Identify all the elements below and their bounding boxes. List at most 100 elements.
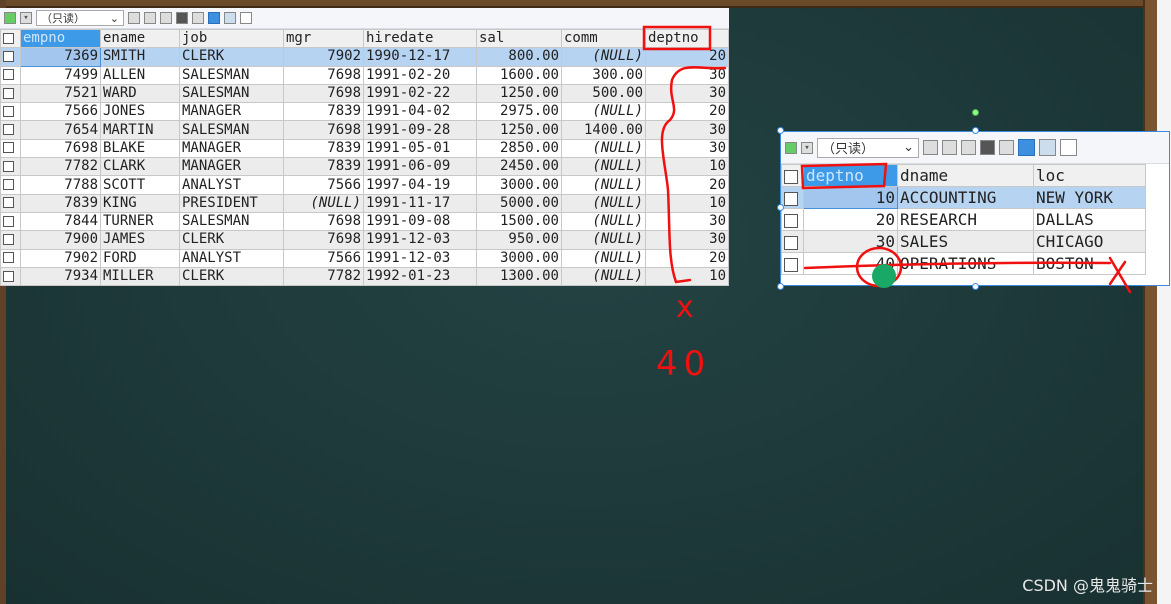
cell-mgr[interactable]: 7698 <box>283 230 364 250</box>
cell-job[interactable]: SALESMAN <box>179 83 284 104</box>
cell-sal[interactable]: 1300.00 <box>476 266 562 287</box>
table-row[interactable]: 7844 TURNER SALESMAN 7698 1991-09-08 1500.00(… <box>0 211 729 232</box>
cell-mgr[interactable]: 7902 <box>283 47 364 67</box>
column-header-job[interactable]: job <box>179 28 284 49</box>
cell-dname[interactable]: RESEARCH <box>897 208 1034 231</box>
row-select-cell[interactable] <box>0 157 21 177</box>
cell-deptno[interactable]: 30 <box>645 83 729 104</box>
row-checkbox[interactable] <box>3 252 14 264</box>
cell-hiredate[interactable]: 1997-04-19 <box>363 175 477 195</box>
row-select-cell[interactable] <box>0 248 21 268</box>
column-header-loc[interactable]: loc <box>1033 164 1146 187</box>
column-header-dname[interactable]: dname <box>897 164 1034 187</box>
cell-deptno[interactable]: 30 <box>645 138 729 159</box>
cell-deptno[interactable]: 20 <box>645 102 729 122</box>
grid-view-icon[interactable] <box>208 12 220 24</box>
cell-ename[interactable]: SCOTT <box>100 175 180 195</box>
cell-empno[interactable]: 7902 <box>20 248 101 268</box>
cell-empno[interactable]: 7499 <box>20 65 101 85</box>
table-row[interactable]: 7566 JONES MANAGER 7839 1991-04-02 2975.00 (NU… <box>0 102 729 122</box>
cell-job[interactable]: SALESMAN <box>179 211 284 232</box>
cell-dname[interactable]: SALES <box>897 230 1034 253</box>
cell-comm[interactable]: (NULL) <box>561 211 646 232</box>
cell-ename[interactable]: MARTIN <box>100 120 180 140</box>
column-header-mgr[interactable]: mgr <box>283 28 364 49</box>
cell-deptno[interactable]: 30 <box>645 230 729 250</box>
cell-deptno[interactable]: 20 <box>645 248 729 268</box>
cell-deptno[interactable]: 20 <box>645 47 729 67</box>
cell-ename[interactable]: TURNER <box>100 211 180 232</box>
row-select-cell[interactable] <box>0 65 21 85</box>
cell-comm[interactable]: (NULL) <box>561 138 646 159</box>
table-row[interactable]: 7369 SMITH CLERK 7902 1990-12-17 800.00 (NULL)… <box>0 47 729 67</box>
resize-handle[interactable] <box>777 204 784 211</box>
resize-handle[interactable] <box>972 283 979 290</box>
row-checkbox[interactable] <box>3 124 14 136</box>
cell-mgr[interactable]: 7698 <box>283 65 364 85</box>
cell-comm[interactable]: (NULL) <box>561 248 646 268</box>
row-select-cell[interactable] <box>781 186 804 209</box>
cell-hiredate[interactable]: 1991-06-09 <box>363 157 477 177</box>
row-checkbox[interactable] <box>784 213 798 228</box>
table-row[interactable]: 40 OPERATIONS BOSTON <box>781 252 1146 275</box>
cell-empno[interactable]: 7698 <box>20 138 101 159</box>
row-checkbox[interactable] <box>3 50 14 62</box>
row-select-cell[interactable] <box>781 252 804 275</box>
cell-job[interactable]: MANAGER <box>179 138 284 159</box>
cell-job[interactable]: CLERK <box>179 47 284 67</box>
cell-job[interactable]: SALESMAN <box>179 65 284 85</box>
row-checkbox[interactable] <box>3 179 14 191</box>
row-checkbox[interactable] <box>3 105 14 117</box>
cell-hiredate[interactable]: 1991-12-03 <box>363 248 477 268</box>
cell-deptno[interactable]: 10 <box>645 157 729 177</box>
column-header-ename[interactable]: ename <box>100 28 180 49</box>
row-checkbox[interactable] <box>3 160 14 172</box>
text-view-icon[interactable] <box>240 12 252 24</box>
cell-dname[interactable]: ACCOUNTING <box>897 186 1034 209</box>
grid-menu-icon[interactable]: ▾ <box>20 12 32 24</box>
cell-deptno[interactable]: 20 <box>645 175 729 195</box>
cell-mgr[interactable]: 7698 <box>283 211 364 232</box>
cell-deptno[interactable]: 40 <box>803 252 898 275</box>
row-select-cell[interactable] <box>0 193 21 213</box>
save-icon[interactable] <box>160 12 172 24</box>
cell-comm[interactable]: 300.00 <box>561 65 646 85</box>
cell-hiredate[interactable]: 1991-12-03 <box>363 230 477 250</box>
row-checkbox[interactable] <box>3 233 14 245</box>
cell-job[interactable]: SALESMAN <box>179 120 284 140</box>
cell-ename[interactable]: JAMES <box>100 230 180 250</box>
export-icon[interactable] <box>144 12 156 24</box>
cell-ename[interactable]: BLAKE <box>100 138 180 159</box>
cell-mgr[interactable]: 7839 <box>283 138 364 159</box>
cell-sal[interactable]: 3000.00 <box>476 248 562 268</box>
cell-loc[interactable]: CHICAGO <box>1033 230 1146 253</box>
resize-handle[interactable] <box>777 283 784 290</box>
table-row[interactable]: 7839 KING PRESIDENT (NULL) 1991-11-17 5000.00… <box>0 193 729 213</box>
select-all-checkbox[interactable] <box>3 32 14 44</box>
row-select-cell[interactable] <box>0 211 21 232</box>
cell-ename[interactable]: CLARK <box>100 157 180 177</box>
cell-empno[interactable]: 7521 <box>20 83 101 104</box>
row-checkbox[interactable] <box>784 235 798 250</box>
cell-sal[interactable]: 2975.00 <box>476 102 562 122</box>
cell-sal[interactable]: 2850.00 <box>476 138 562 159</box>
export-icon[interactable] <box>942 140 957 155</box>
cell-loc[interactable]: DALLAS <box>1033 208 1146 231</box>
cell-sal[interactable]: 800.00 <box>476 47 562 67</box>
column-header-sal[interactable]: sal <box>476 28 562 49</box>
cell-sal[interactable]: 2450.00 <box>476 157 562 177</box>
cell-deptno[interactable]: 10 <box>645 266 729 287</box>
cell-hiredate[interactable]: 1991-09-08 <box>363 211 477 232</box>
cell-comm[interactable]: 500.00 <box>561 83 646 104</box>
cell-empno[interactable]: 7566 <box>20 102 101 122</box>
table-row[interactable]: 30 SALES CHICAGO <box>781 230 1146 253</box>
cell-comm[interactable]: (NULL) <box>561 175 646 195</box>
row-checkbox[interactable] <box>3 270 14 282</box>
row-checkbox[interactable] <box>3 69 14 81</box>
row-select-cell[interactable] <box>781 208 804 231</box>
cell-hiredate[interactable]: 1990-12-17 <box>363 47 477 67</box>
filter-icon[interactable] <box>923 140 938 155</box>
column-header-hiredate[interactable]: hiredate <box>363 28 477 49</box>
grid-view-icon[interactable] <box>1018 139 1035 156</box>
cell-sal[interactable]: 1500.00 <box>476 211 562 232</box>
